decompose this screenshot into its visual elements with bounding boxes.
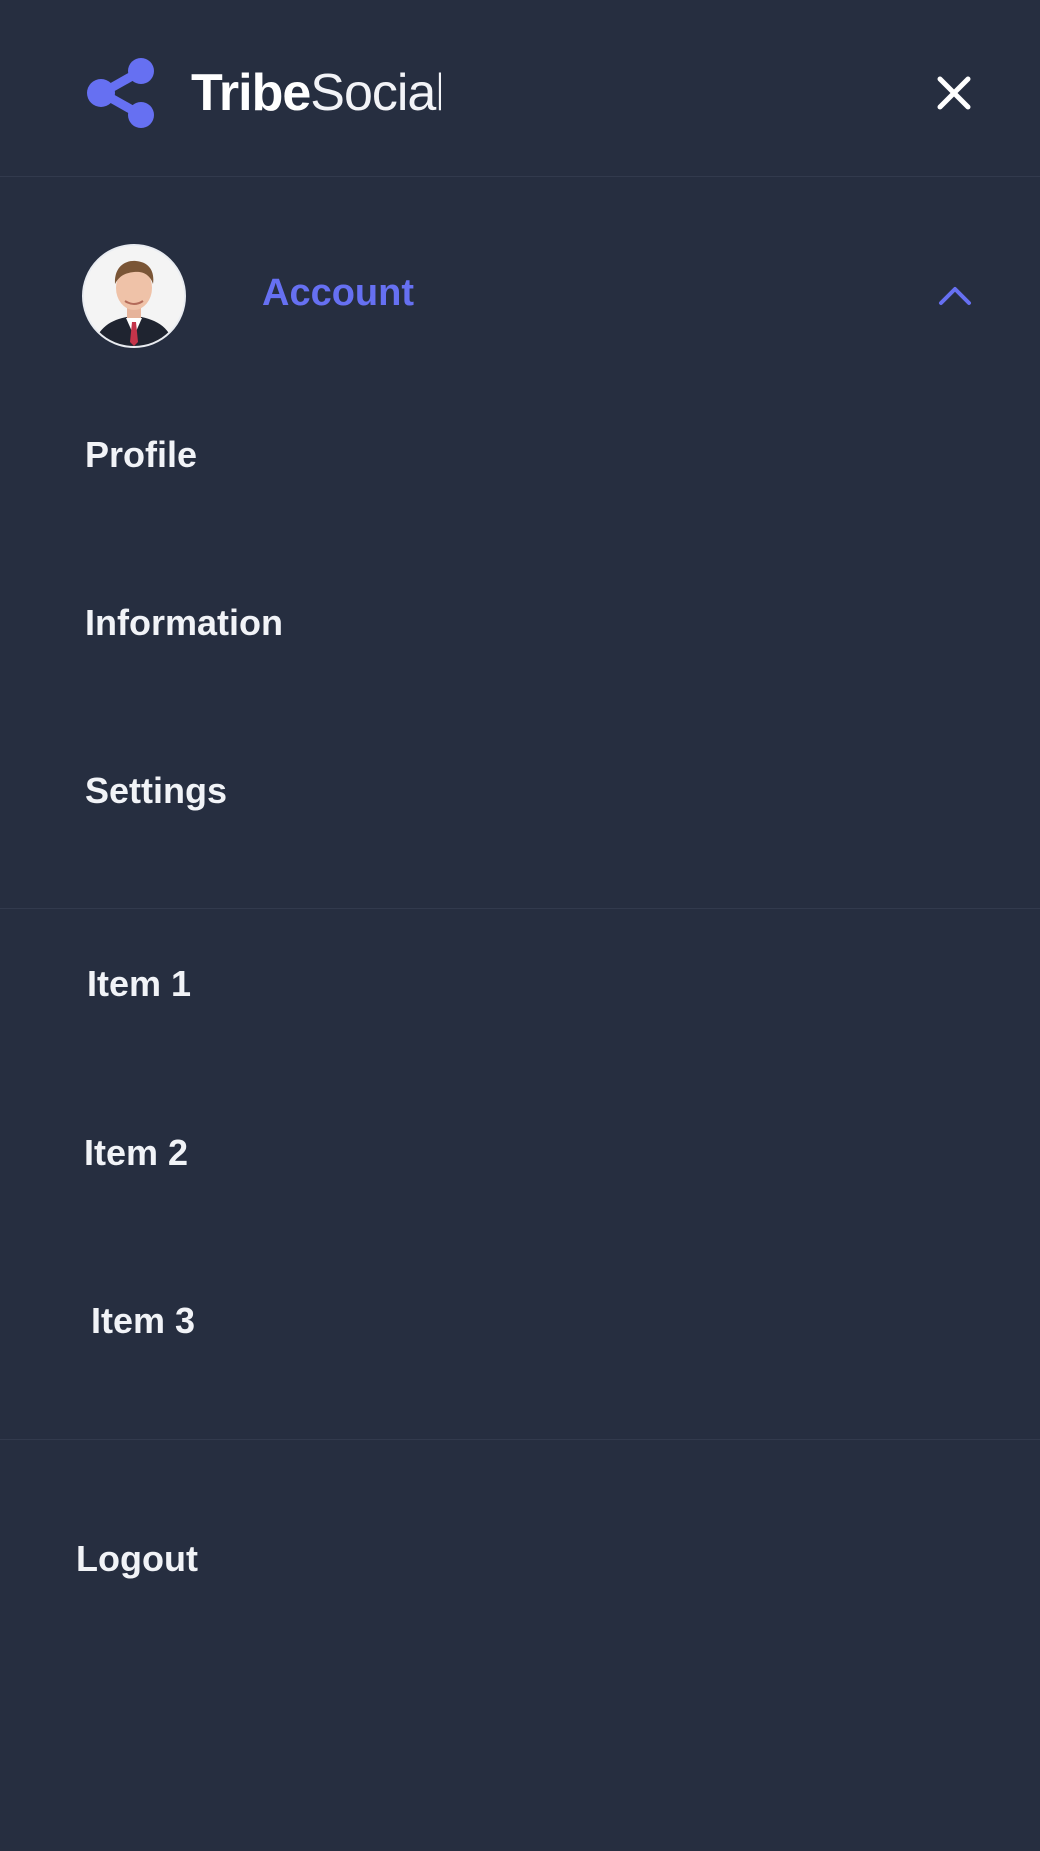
app-header: TribeSocial <box>0 0 1040 177</box>
menu-item-profile[interactable]: Profile <box>85 433 197 476</box>
account-label: Account <box>262 272 414 314</box>
menu-item-1[interactable]: Item 1 <box>87 962 191 1005</box>
share-icon <box>85 57 155 129</box>
menu-item-information[interactable]: Information <box>85 601 283 644</box>
menu-item-2[interactable]: Item 2 <box>84 1131 188 1174</box>
close-icon <box>934 73 974 113</box>
menu-item-3[interactable]: Item 3 <box>91 1299 195 1342</box>
logout-button[interactable]: Logout <box>76 1537 198 1580</box>
brand-name-bold: Tribe <box>191 67 311 119</box>
chevron-up-icon[interactable] <box>937 283 973 307</box>
divider <box>0 1439 1040 1440</box>
menu-item-settings[interactable]: Settings <box>85 769 227 812</box>
account-toggle[interactable]: Account <box>0 240 1040 350</box>
brand-name: TribeSocial <box>191 67 441 119</box>
app-logo[interactable]: TribeSocial <box>85 57 441 129</box>
brand-name-light: Social <box>310 67 441 119</box>
close-button[interactable] <box>934 73 974 113</box>
divider <box>0 908 1040 909</box>
avatar[interactable] <box>82 244 186 348</box>
